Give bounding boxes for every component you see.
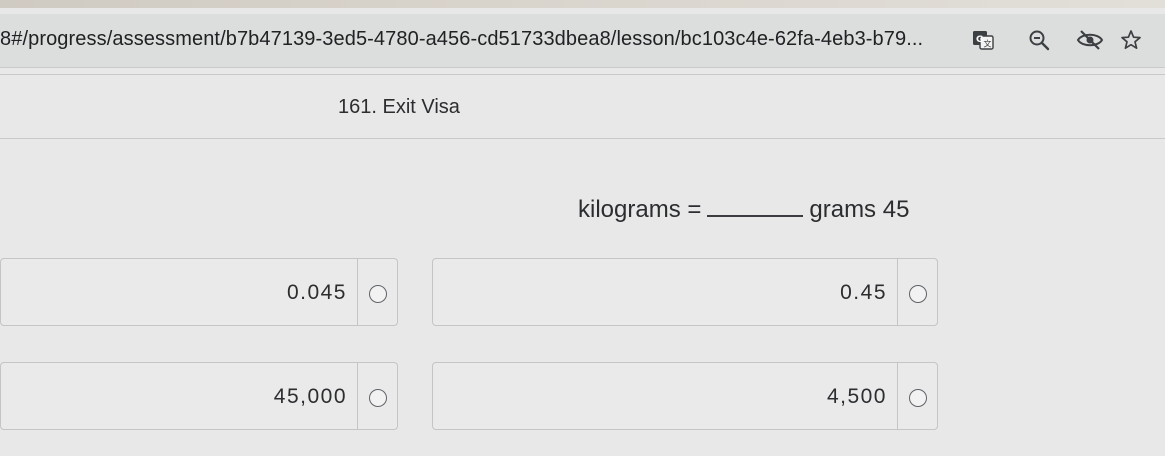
answer-blank [707,197,804,217]
lesson-title: 161. Exit Visa [338,96,460,118]
radio-button[interactable] [909,389,927,407]
radio-cell[interactable] [357,363,397,429]
answer-choice[interactable]: 0.045 [0,258,398,326]
svg-text:G: G [976,35,983,45]
eye-off-icon[interactable] [1076,26,1104,54]
radio-cell[interactable] [897,259,937,325]
radio-button[interactable] [909,285,927,303]
radio-button[interactable] [369,389,387,407]
divider [0,74,1165,75]
divider [0,138,1165,139]
address-bar[interactable]: 8#/progress/assessment/b7b47139-3ed5-478… [0,14,1165,68]
choice-label: 45,000 [273,385,347,408]
window-top-strip [0,0,1165,8]
choice-label: 0.45 [840,281,887,304]
translate-icon[interactable]: G 文 [969,26,997,54]
radio-cell[interactable] [897,363,937,429]
choice-label: 4,500 [826,385,887,408]
radio-cell[interactable] [357,259,397,325]
question-prefix: kilograms = [578,196,702,223]
answer-choice[interactable]: 0.45 [432,258,938,326]
svg-text:文: 文 [984,39,992,49]
question-suffix: grams 45 [809,196,910,223]
star-icon[interactable] [1117,26,1145,54]
radio-button[interactable] [369,285,387,303]
url-text[interactable]: 8#/progress/assessment/b7b47139-3ed5-478… [0,28,923,51]
answer-choice[interactable]: 45,000 [0,362,398,430]
answer-choice[interactable]: 4,500 [432,362,938,430]
question-prompt: kilograms = grams 45 [578,196,909,224]
choice-label: 0.045 [286,281,347,304]
zoom-icon[interactable] [1025,26,1053,54]
